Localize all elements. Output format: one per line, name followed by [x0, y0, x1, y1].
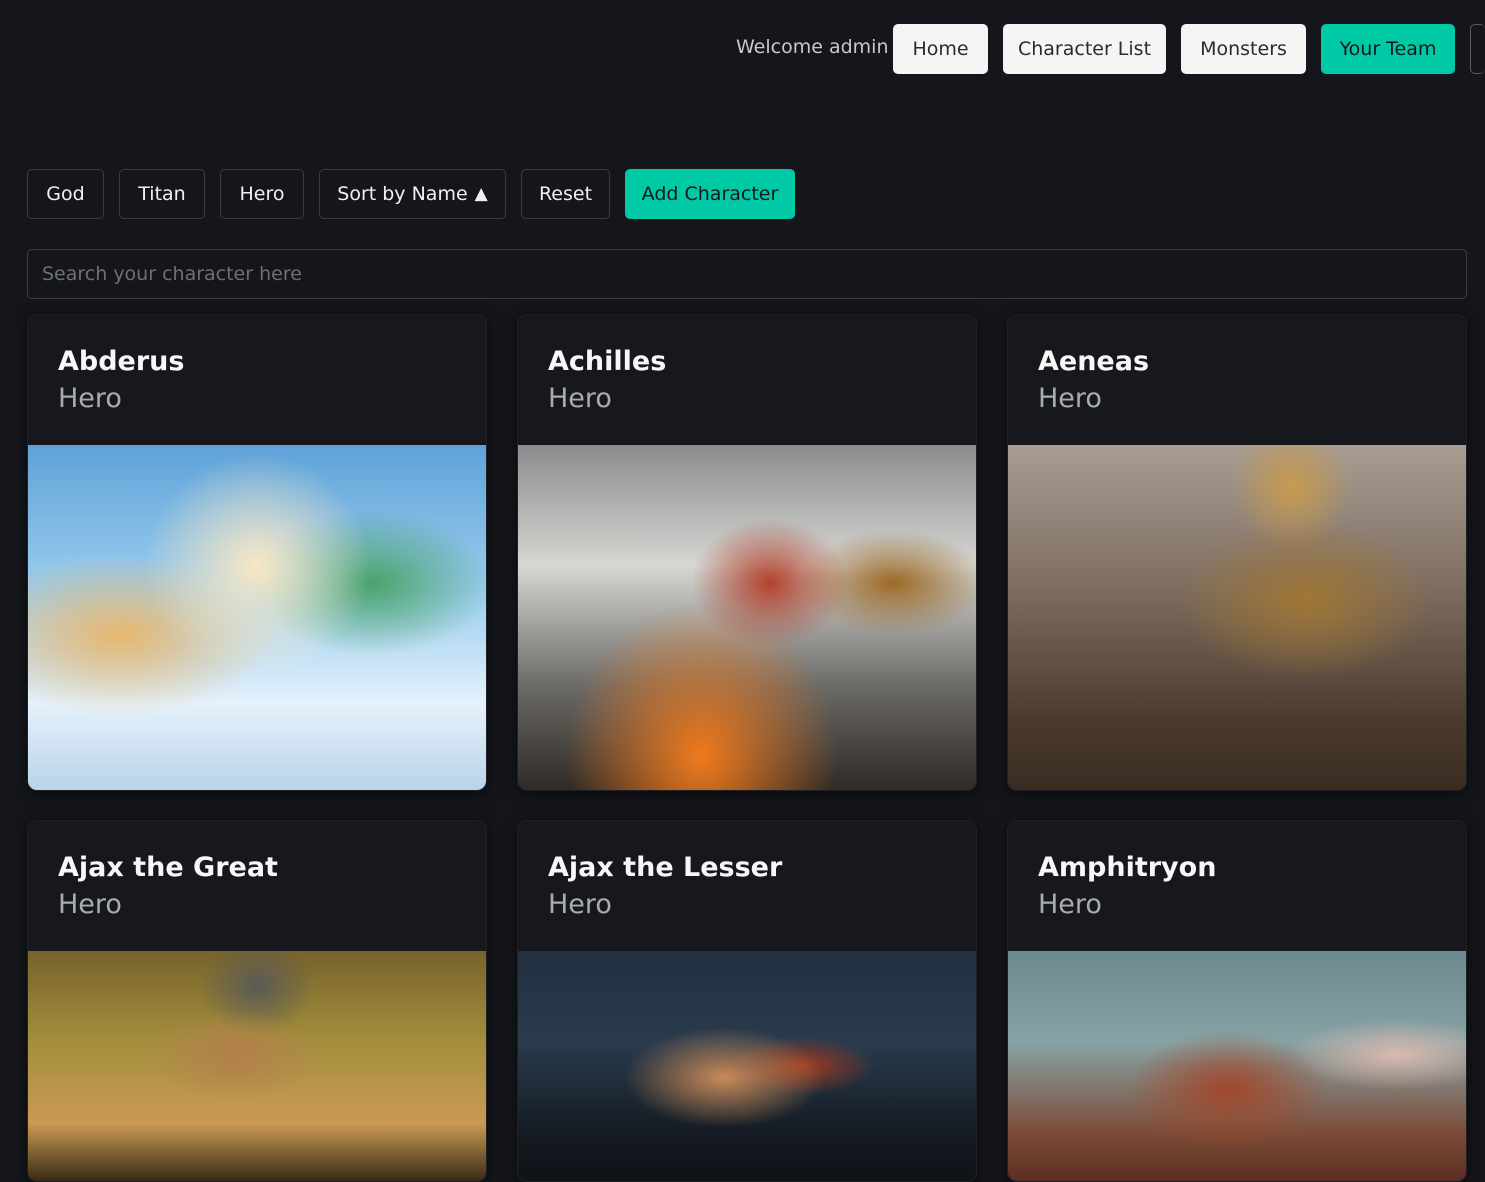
filter-titan-button[interactable]: Titan [119, 169, 205, 219]
welcome-text: Welcome admin [736, 36, 889, 58]
search-input[interactable] [27, 249, 1467, 299]
card-header: Abderus Hero [28, 315, 486, 445]
character-type: Hero [1038, 889, 1102, 920]
character-card[interactable]: Aeneas Hero [1007, 314, 1467, 791]
character-type: Hero [548, 889, 612, 920]
character-image [518, 951, 976, 1181]
character-card[interactable]: Ajax the Great Hero [27, 820, 487, 1182]
add-character-button[interactable]: Add Character [625, 169, 795, 219]
reset-button[interactable]: Reset [521, 169, 610, 219]
character-name: Amphitryon [1038, 852, 1217, 883]
character-type: Hero [1038, 383, 1102, 414]
character-image [28, 445, 486, 790]
character-card[interactable]: Abderus Hero [27, 314, 487, 791]
card-header: Ajax the Great Hero [28, 821, 486, 951]
card-header: Ajax the Lesser Hero [518, 821, 976, 951]
nav-overflow-button[interactable] [1470, 24, 1485, 74]
nav-character-list-button[interactable]: Character List [1003, 24, 1166, 74]
card-header: Achilles Hero [518, 315, 976, 445]
character-name: Abderus [58, 346, 185, 377]
sort-ascending-icon: ▲ [474, 184, 488, 204]
sort-by-name-button[interactable]: Sort by Name ▲ [319, 169, 506, 219]
filter-hero-button[interactable]: Hero [220, 169, 304, 219]
character-image [1008, 951, 1466, 1181]
character-card[interactable]: Amphitryon Hero [1007, 820, 1467, 1182]
character-image [28, 951, 486, 1181]
character-type: Hero [548, 383, 612, 414]
filter-god-button[interactable]: God [27, 169, 104, 219]
card-header: Aeneas Hero [1008, 315, 1466, 445]
character-name: Aeneas [1038, 346, 1150, 377]
filter-toolbar: God Titan Hero Sort by Name ▲ Reset Add … [0, 169, 1485, 219]
character-card[interactable]: Achilles Hero [517, 314, 977, 791]
character-image [1008, 445, 1466, 790]
character-name: Achilles [548, 346, 667, 377]
nav-your-team-button[interactable]: Your Team [1321, 24, 1455, 74]
character-name: Ajax the Great [58, 852, 278, 883]
sort-label: Sort by Name [337, 183, 468, 205]
card-header: Amphitryon Hero [1008, 821, 1466, 951]
nav-monsters-button[interactable]: Monsters [1181, 24, 1306, 74]
top-navigation: Welcome admin Home Character List Monste… [0, 24, 1485, 74]
nav-home-button[interactable]: Home [893, 24, 988, 74]
character-type: Hero [58, 383, 122, 414]
character-card[interactable]: Ajax the Lesser Hero [517, 820, 977, 1182]
character-type: Hero [58, 889, 122, 920]
character-name: Ajax the Lesser [548, 852, 783, 883]
character-image [518, 445, 976, 790]
